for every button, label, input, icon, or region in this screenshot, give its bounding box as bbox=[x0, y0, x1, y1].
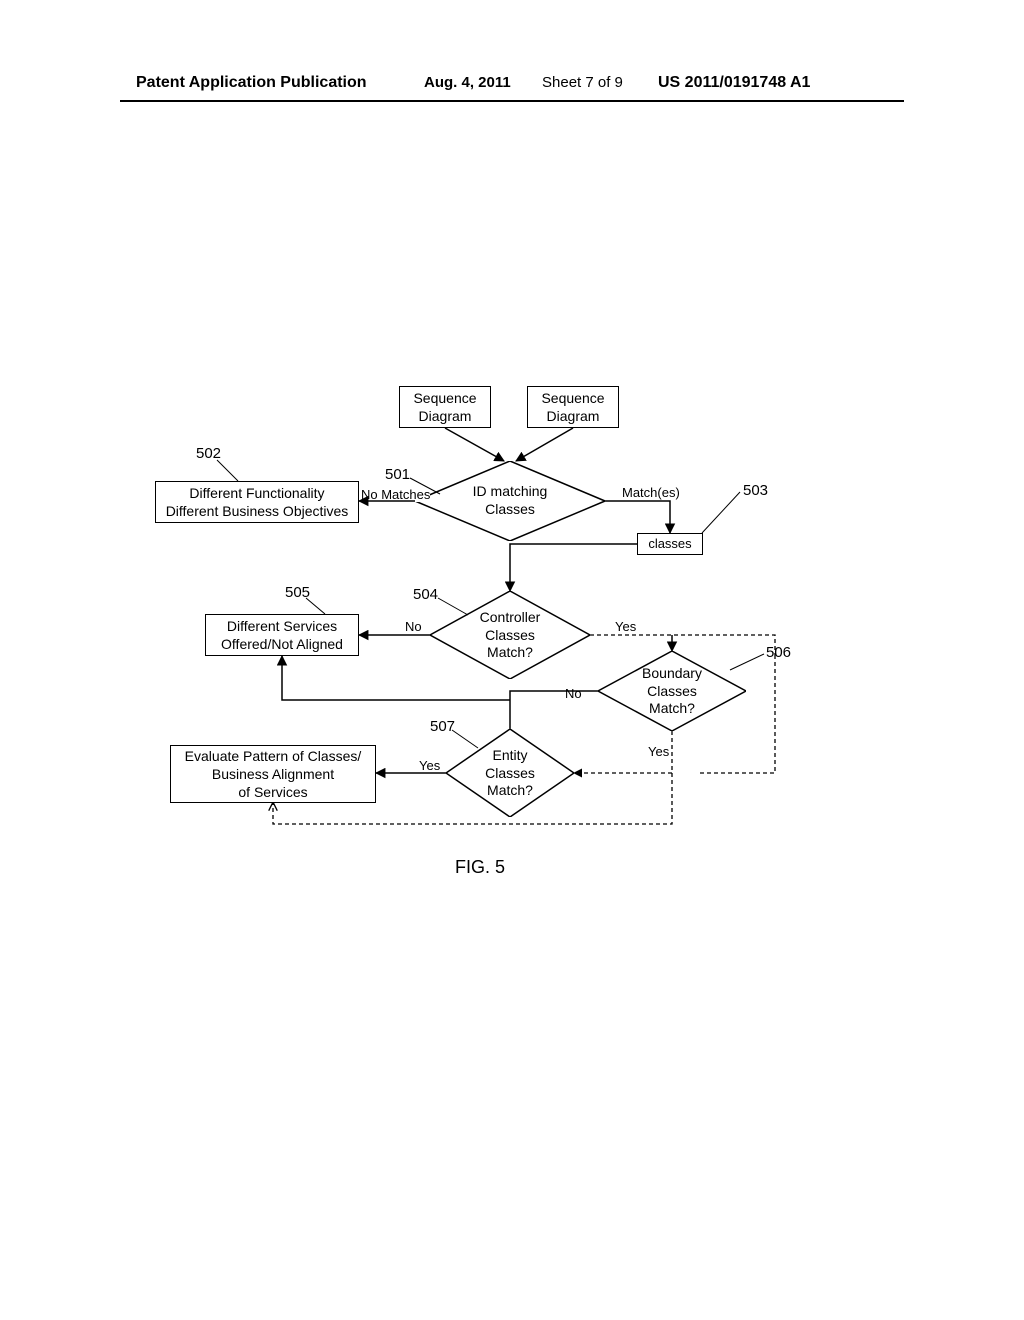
header-sheet: Sheet 7 of 9 bbox=[542, 74, 623, 91]
header-docnum: US 2011/0191748 A1 bbox=[658, 74, 810, 92]
edge-label-no-506: No bbox=[565, 686, 582, 701]
edge-label-yes-507: Yes bbox=[419, 758, 440, 773]
edge-label-yes-504: Yes bbox=[615, 619, 636, 634]
node-sequence-diagram-2: SequenceDiagram bbox=[527, 386, 619, 428]
edge-label-no-504: No bbox=[405, 619, 422, 634]
ref-507: 507 bbox=[430, 718, 455, 735]
label-boundary-classes-match: BoundaryClassesMatch? bbox=[598, 665, 746, 718]
edge-label-no-matches: No Matches bbox=[361, 487, 430, 502]
ref-506: 506 bbox=[766, 644, 791, 661]
node-entity-classes-match: EntityClassesMatch? bbox=[446, 729, 574, 817]
node-controller-classes-match: ControllerClassesMatch? bbox=[430, 591, 590, 679]
node-classes: classes bbox=[637, 533, 703, 555]
page: Patent Application Publication Aug. 4, 2… bbox=[0, 0, 1024, 1320]
edge-label-matches: Match(es) bbox=[622, 485, 680, 500]
node-different-services: Different ServicesOffered/Not Aligned bbox=[205, 614, 359, 656]
ref-502: 502 bbox=[196, 445, 221, 462]
label-entity-classes-match: EntityClassesMatch? bbox=[446, 747, 574, 800]
node-boundary-classes-match: BoundaryClassesMatch? bbox=[598, 651, 746, 731]
header-rule bbox=[120, 100, 904, 102]
ref-504: 504 bbox=[413, 586, 438, 603]
node-different-functionality: Different FunctionalityDifferent Busines… bbox=[155, 481, 359, 523]
figure-caption: FIG. 5 bbox=[455, 857, 505, 878]
label-controller-classes-match: ControllerClassesMatch? bbox=[430, 609, 590, 662]
ref-505: 505 bbox=[285, 584, 310, 601]
ref-503: 503 bbox=[743, 482, 768, 499]
ref-501: 501 bbox=[385, 466, 410, 483]
node-sequence-diagram-1: SequenceDiagram bbox=[399, 386, 491, 428]
header-date: Aug. 4, 2011 bbox=[424, 74, 511, 91]
header-publication: Patent Application Publication bbox=[136, 74, 367, 92]
label-id-matching-classes: ID matchingClasses bbox=[415, 483, 605, 518]
node-evaluate-pattern: Evaluate Pattern of Classes/Business Ali… bbox=[170, 745, 376, 803]
node-id-matching-classes: ID matchingClasses bbox=[415, 461, 605, 541]
edge-label-yes-506: Yes bbox=[648, 744, 669, 759]
